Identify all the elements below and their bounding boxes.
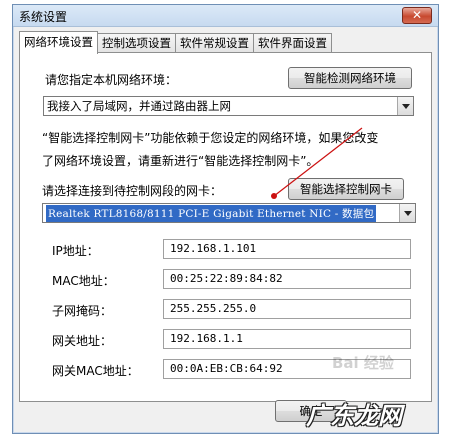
gateway-label: 网关地址： — [52, 334, 113, 348]
tab-general-settings[interactable]: 软件常规设置 — [175, 33, 254, 53]
network-env-select[interactable]: 我接入了局域网，并通过路由器上网 — [43, 96, 414, 116]
baidu-watermark: Bai 经验 — [332, 354, 394, 372]
notice-line-1: “智能选择控制网卡”功能依赖于您设定的网络环境，如果您改变 — [42, 131, 379, 145]
window-title: 系统设置 — [19, 10, 68, 24]
chevron-down-icon[interactable] — [397, 97, 413, 115]
gateway-field[interactable]: 192.168.1.1 — [163, 329, 411, 349]
subnet-label: 子网掩码： — [52, 304, 113, 318]
tab-bar: 网络环境设置 控制选项设置 软件常规设置 软件界面设置 — [19, 31, 332, 54]
smart-select-nic-button[interactable]: 智能选择控制网卡 — [288, 178, 404, 200]
mac-label: MAC地址： — [52, 274, 115, 288]
nic-select[interactable]: Realtek RTL8168/8111 PCI-E Gigabit Ether… — [42, 203, 416, 223]
network-env-value: 我接入了局域网，并通过路由器上网 — [47, 99, 231, 113]
tab-control-options[interactable]: 控制选项设置 — [97, 33, 176, 53]
tab-interface-settings[interactable]: 软件界面设置 — [253, 33, 332, 53]
nic-value: Realtek RTL8168/8111 PCI-E Gigabit Ether… — [46, 205, 377, 222]
network-settings-panel: 请您指定本机网络环境： 智能检测网络环境 我接入了局域网，并通过路由器上网 “智… — [19, 52, 432, 402]
mac-field[interactable]: 00:25:22:89:84:82 — [163, 269, 411, 289]
nic-select-label: 请选择连接到待控制网段的网卡： — [42, 184, 223, 198]
chevron-down-icon[interactable] — [399, 204, 415, 222]
network-env-label: 请您指定本机网络环境： — [45, 73, 178, 87]
notice-line-2: 了网络环境设置，请重新进行“智能选择控制网卡”。 — [42, 154, 319, 168]
ip-field[interactable]: 192.168.1.101 — [163, 239, 411, 259]
subnet-field[interactable]: 255.255.255.0 — [163, 299, 411, 319]
detect-network-button[interactable]: 智能检测网络环境 — [288, 67, 412, 89]
site-watermark: 广东龙网 — [306, 402, 402, 430]
gateway-mac-label: 网关MAC地址： — [52, 364, 139, 378]
title-bar[interactable]: 系统设置 ✕ — [13, 5, 438, 27]
close-button[interactable]: ✕ — [402, 7, 432, 24]
close-icon: ✕ — [411, 8, 423, 22]
ip-label: IP地址： — [52, 244, 99, 258]
tab-network-settings[interactable]: 网络环境设置 — [19, 31, 98, 54]
